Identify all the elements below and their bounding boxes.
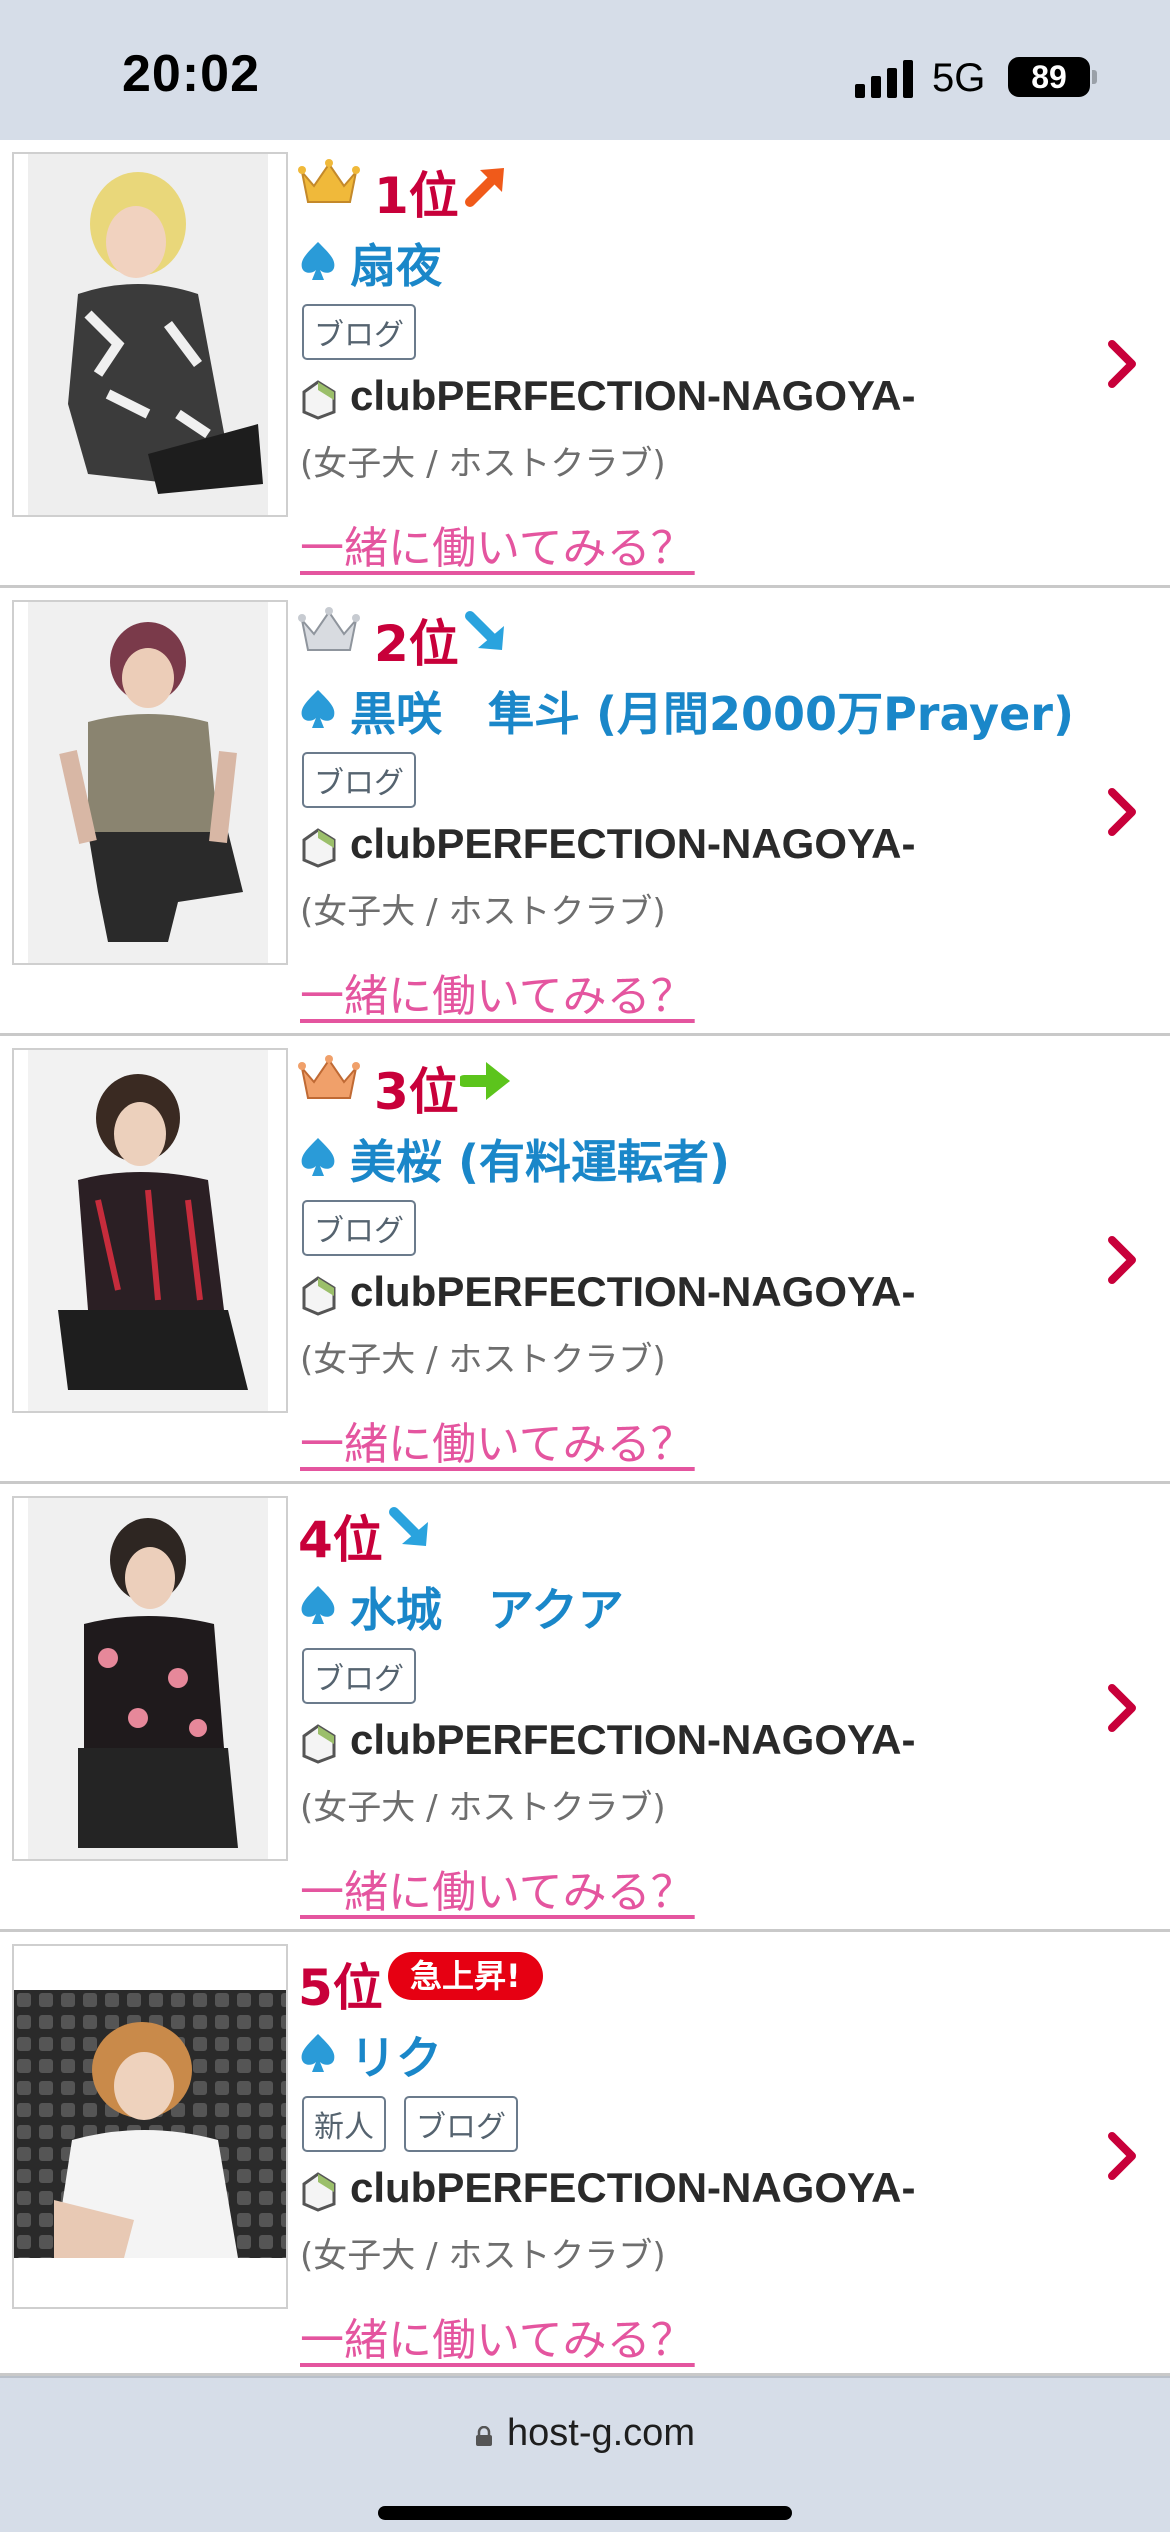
host-photo[interactable] — [12, 1496, 288, 1861]
tag-list: 新人 ブログ — [302, 2096, 536, 2152]
chevron-right-icon[interactable] — [1108, 340, 1138, 388]
shop-tag-icon — [302, 828, 336, 868]
host-photo[interactable] — [12, 152, 288, 517]
gold-crown-icon — [298, 159, 360, 203]
trend-same-arrow-icon — [460, 1062, 510, 1100]
rank-label: 4位 — [298, 1511, 383, 1569]
spade-icon — [301, 1138, 335, 1176]
ranking-row[interactable]: 3位 美桜 (有料運転者) ブログ clubPERFECTION-NAGOYA-… — [0, 1036, 1170, 1484]
trend-up-arrow-icon — [465, 168, 504, 207]
shop-tag-icon — [302, 1724, 336, 1764]
club-category: (女子大 / ホストクラブ) — [300, 892, 666, 932]
spade-icon — [301, 1586, 335, 1624]
host-name[interactable]: 扇夜 — [350, 230, 442, 296]
spade-icon — [301, 242, 335, 280]
rank-label: 2位 — [374, 615, 459, 673]
browser-bottom-bar: host-g.com — [0, 2376, 1170, 2532]
club-name: clubPERFECTION-NAGOYA- — [350, 2164, 916, 2211]
shop-tag-icon — [302, 2172, 336, 2212]
tag-blog[interactable]: ブログ — [302, 1648, 416, 1704]
battery-nub — [1092, 70, 1097, 84]
home-indicator[interactable] — [378, 2506, 792, 2520]
rising-badge: 急上昇! — [388, 1952, 543, 2000]
club-name: clubPERFECTION-NAGOYA- — [350, 1268, 916, 1315]
ranking-row[interactable]: 2位 黒咲 隼斗 (月間2000万Prayer) ブログ clubPERFECT… — [0, 588, 1170, 1036]
tag-blog[interactable]: ブログ — [404, 2096, 518, 2152]
club-name: clubPERFECTION-NAGOYA- — [350, 1716, 916, 1763]
battery-icon: 89 — [1008, 57, 1090, 97]
tag-list: ブログ — [302, 1648, 434, 1704]
tag-list: ブログ — [302, 1200, 434, 1256]
url-text: host-g.com — [507, 2412, 695, 2454]
work-together-link[interactable]: 一緒に働いてみる？ — [300, 1856, 695, 1920]
host-photo[interactable] — [12, 1944, 288, 2309]
work-together-link[interactable]: 一緒に働いてみる？ — [300, 512, 695, 576]
tag-list: ブログ — [302, 752, 434, 808]
club-name: clubPERFECTION-NAGOYA- — [350, 820, 916, 867]
host-photo[interactable] — [12, 600, 288, 965]
trend-down-arrow-icon — [465, 611, 504, 650]
tag-blog[interactable]: ブログ — [302, 304, 416, 360]
shop-tag-icon — [302, 1276, 336, 1316]
chevron-right-icon[interactable] — [1108, 2132, 1138, 2180]
silver-crown-icon — [298, 607, 360, 651]
ranking-row[interactable]: 4位 水城 アクア ブログ clubPERFECTION-NAGOYA- (女子… — [0, 1484, 1170, 1932]
chevron-right-icon[interactable] — [1108, 1236, 1138, 1284]
work-together-link[interactable]: 一緒に働いてみる？ — [300, 1408, 695, 1472]
tag-list: ブログ — [302, 304, 434, 360]
cellular-signal-icon — [855, 60, 915, 98]
host-name[interactable]: 黒咲 隼斗 (月間2000万Prayer) — [350, 678, 1074, 744]
club-name: clubPERFECTION-NAGOYA- — [350, 372, 916, 419]
trend-down-arrow-icon — [389, 1507, 428, 1546]
club-category: (女子大 / ホストクラブ) — [300, 2236, 666, 2276]
bronze-crown-icon — [298, 1055, 360, 1099]
tag-blog[interactable]: ブログ — [302, 752, 416, 808]
lock-icon — [476, 2426, 493, 2446]
club-category: (女子大 / ホストクラブ) — [300, 1340, 666, 1380]
rank-label: 1位 — [374, 167, 459, 225]
host-name[interactable]: 美桜 (有料運転者) — [350, 1126, 730, 1192]
ranking-row[interactable]: 1位 扇夜 ブログ clubPERFECTION-NAGOYA- (女子大 / … — [0, 140, 1170, 588]
status-time: 20:02 — [122, 45, 260, 103]
host-name[interactable]: リク — [350, 2022, 442, 2088]
network-type: 5G — [932, 56, 986, 100]
work-together-link[interactable]: 一緒に働いてみる？ — [300, 960, 695, 1024]
host-name[interactable]: 水城 アクア — [350, 1574, 624, 1640]
ranking-row[interactable]: 5位 急上昇! リク 新人 ブログ clubPERFECTION-NAGOYA- … — [0, 1932, 1170, 2376]
tag-blog[interactable]: ブログ — [302, 1200, 416, 1256]
status-bar: 20:02 5G 89 — [0, 0, 1170, 140]
chevron-right-icon[interactable] — [1108, 788, 1138, 836]
rank-label: 3位 — [374, 1063, 459, 1121]
address-bar[interactable]: host-g.com — [0, 2412, 1170, 2455]
work-together-link[interactable]: 一緒に働いてみる？ — [300, 2304, 695, 2368]
club-category: (女子大 / ホストクラブ) — [300, 444, 666, 484]
host-photo[interactable] — [12, 1048, 288, 1413]
tag-newcomer[interactable]: 新人 — [302, 2096, 386, 2152]
shop-tag-icon — [302, 380, 336, 420]
spade-icon — [301, 2034, 335, 2072]
club-category: (女子大 / ホストクラブ) — [300, 1788, 666, 1828]
chevron-right-icon[interactable] — [1108, 1684, 1138, 1732]
rank-label: 5位 — [298, 1959, 383, 2017]
spade-icon — [301, 690, 335, 728]
